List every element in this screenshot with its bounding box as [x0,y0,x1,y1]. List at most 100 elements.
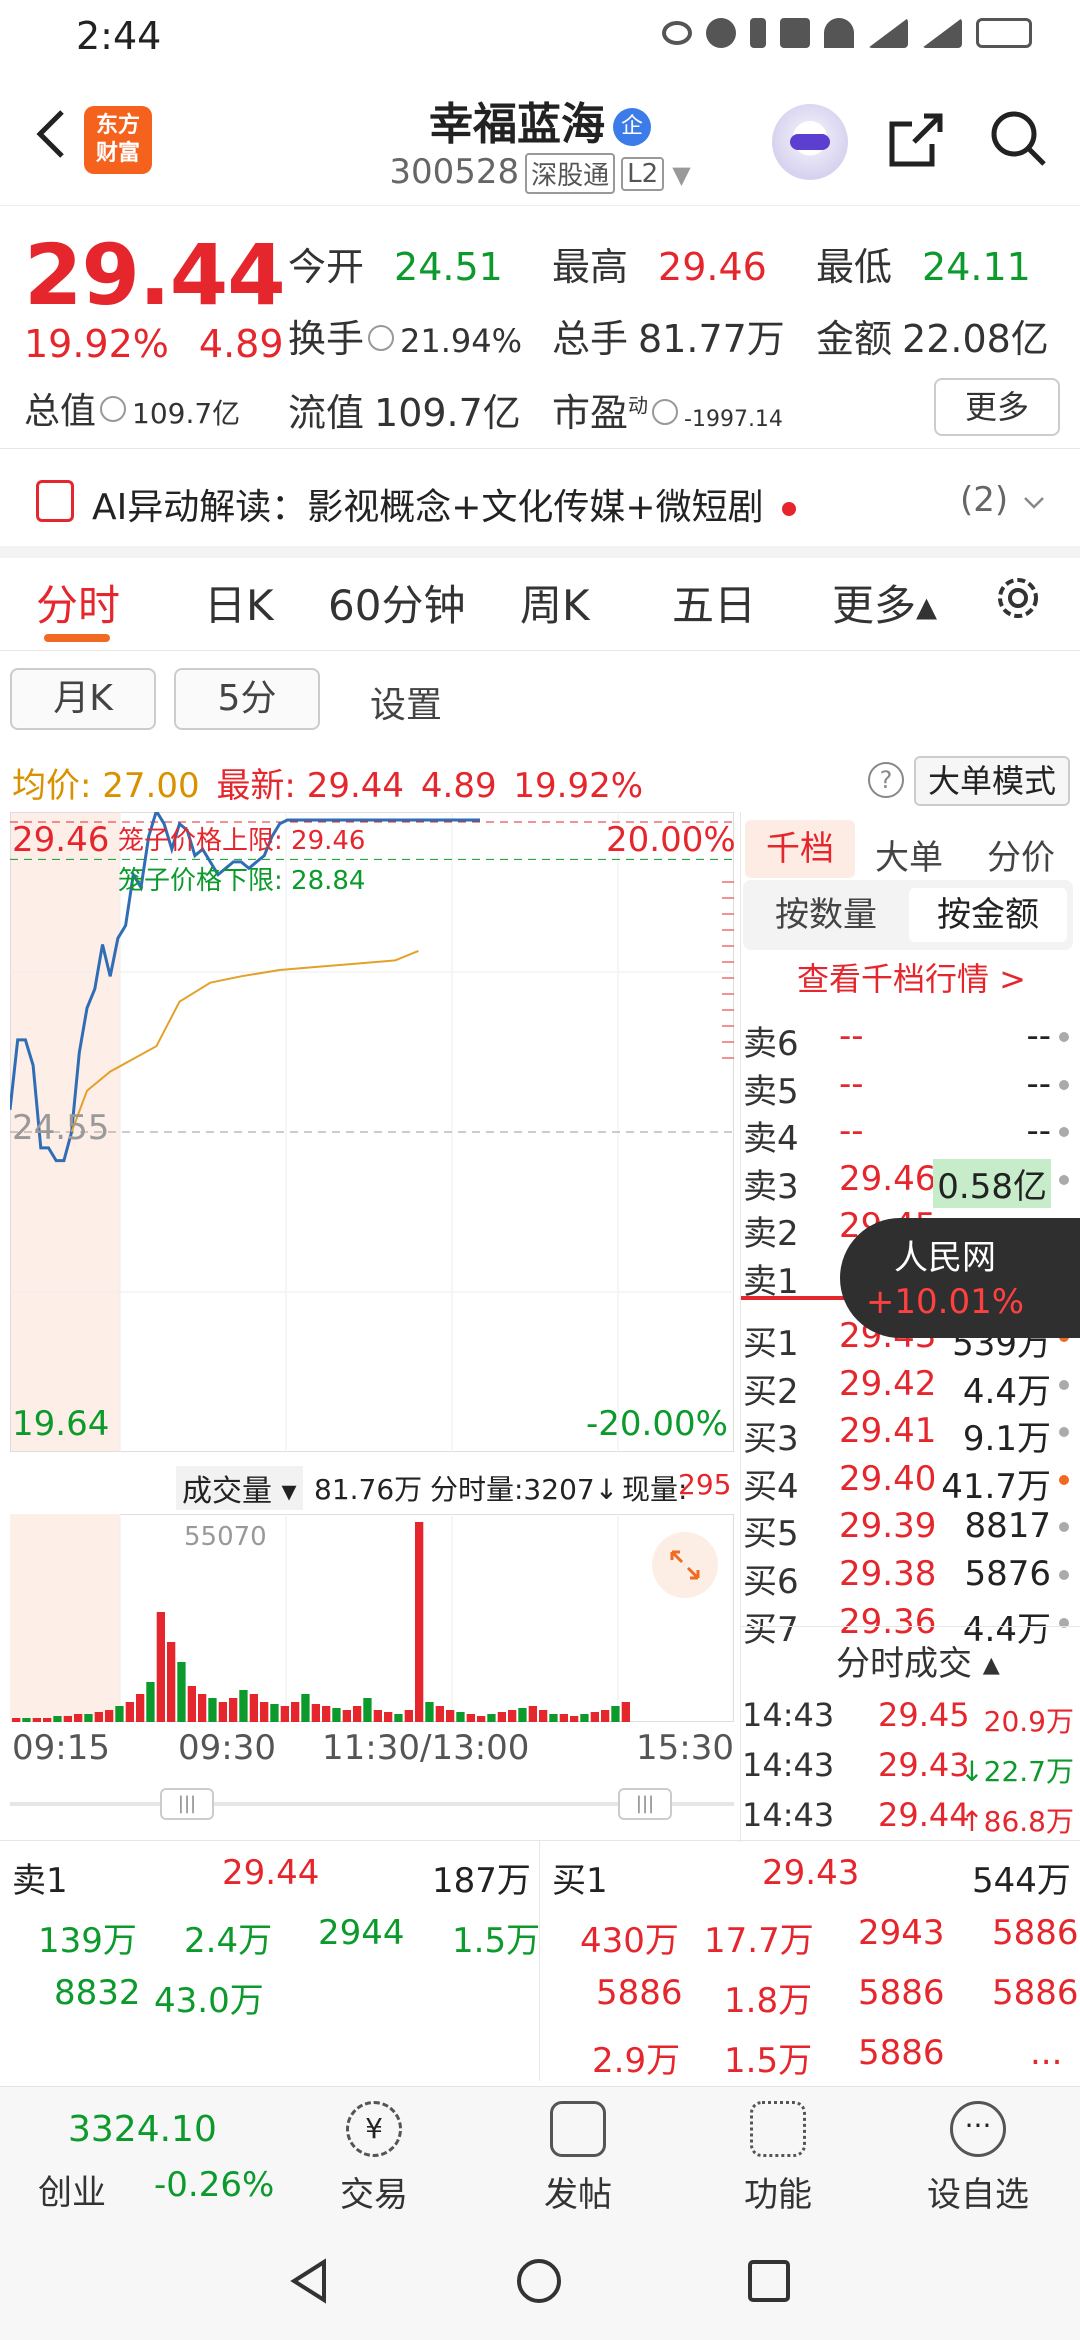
nav-trade[interactable]: ¥ 交易 [314,2101,434,2216]
volume-cell: 总手 81.77万 [552,308,785,363]
total-label: 总值 [24,391,97,432]
buy-level[interactable]: 买6 29.38 5876 [743,1550,1073,1602]
tick-volume: 20.9万 [983,1705,1074,1738]
system-recents-icon[interactable] [744,2256,794,2306]
stock-header: 东方 财富 幸福蓝海企 300528 深股通 L2 ▼ [0,72,1080,206]
divider [0,448,1080,449]
subtab-monthly-k[interactable]: 月K [10,668,156,730]
tab-big-order[interactable]: 大单 [875,830,943,879]
volume-chart[interactable]: 55070 [10,1514,734,1722]
total-value: 总值 109.7亿 [24,382,240,434]
level-dot-icon [1059,1379,1069,1390]
view-full-depth-link[interactable]: 查看千档行情 > [797,954,1026,1000]
more-button[interactable]: 更多 [934,378,1060,436]
info-icon[interactable] [652,398,679,425]
buy-level[interactable]: 买4 29.40 41.7万 [743,1455,1073,1507]
quote-panel: 29.44 19.92% 4.89 总值 109.7亿 今开 24.51 最高 29.4… [0,206,1080,446]
tab-more[interactable]: 更多▴ [832,572,937,633]
buy-cell: 5886 [596,1973,683,2013]
volume-selector[interactable]: 成交量 ▾ [176,1466,303,1510]
volume-bar [156,1612,165,1722]
level-label: 卖5 [743,1071,799,1112]
subtab-5min[interactable]: 5分 [174,668,320,730]
yen-cycle-icon: ¥ [346,2101,402,2157]
scroller-left-handle[interactable]: ||| [160,1788,214,1820]
buy-cell: 2943 [858,1913,945,1953]
tab-60min[interactable]: 60分钟 [328,572,465,633]
tick-row: 14:43 29.45 20.9万 [742,1692,1080,1742]
sell-cell: 43.0万 [154,1981,264,2021]
volume-bar [229,1698,238,1722]
buy-level[interactable]: 买5 29.39 8817 [743,1502,1073,1554]
float-cell: 流值 109.7亿 [288,382,521,437]
info-icon[interactable] [368,324,395,351]
ai-document-icon [36,480,74,522]
search-icon[interactable] [986,106,1050,170]
tick-list-header[interactable]: 分时成交 ▴ [836,1636,1000,1685]
volume-bar [353,1706,362,1722]
volume-bar [508,1710,517,1722]
sell-level[interactable]: 卖3 29.46 0.58亿 [743,1155,1073,1208]
volume-bar [301,1694,310,1722]
volume-bar [280,1706,289,1722]
buy-level[interactable]: 买3 29.41 9.1万 [743,1407,1073,1459]
tab-intraday[interactable]: 分时 [36,572,120,633]
buy-cell: ... [1030,2033,1063,2073]
chevron-down-icon[interactable] [1022,490,1046,514]
nav-add-watchlist[interactable]: ··· 设自选 [918,2101,1038,2216]
fullscreen-expand-icon[interactable] [652,1532,718,1598]
status-bar: 2:44 [0,0,1080,72]
share-icon[interactable] [884,108,948,172]
tab-five-day[interactable]: 五日 [672,572,756,633]
order-book-segment: 按数量 按金额 [743,880,1073,950]
status-icons [662,18,1032,48]
tick-row: 14:43 29.43 ↓22.7万 [742,1742,1080,1792]
new-dot [781,502,796,516]
tab-weekly-k[interactable]: 周K [520,572,590,633]
scroller-right-handle[interactable]: ||| [618,1788,672,1820]
system-home-icon[interactable] [514,2256,564,2306]
amount-cell: 金额 22.08亿 [816,308,1049,363]
sell-level[interactable]: 卖4 -- -- [743,1107,1073,1159]
level-price: -- [839,1063,864,1104]
ai-insight-row[interactable]: AI异动解读：影视概念+文化传媒+微短剧 (2) [0,456,1080,544]
seg-by-amount[interactable]: 按金额 [909,888,1067,942]
sell-level[interactable]: 卖6 -- -- [743,1012,1073,1064]
buy-level[interactable]: 买2 29.42 4.4万 [743,1360,1073,1412]
index-change: -0.26% [154,2165,275,2205]
tab-daily-k[interactable]: 日K [204,572,274,633]
tab-thousand-level[interactable]: 千档 [745,820,855,878]
amount-value: 22.08亿 [902,317,1049,361]
volume-bar [12,1718,21,1722]
info-icon[interactable] [100,396,127,422]
wifi-icon [824,18,854,48]
intraday-chart[interactable]: 29.46 20.00% 24.55 19.64 -20.00% 笼子价格上限:… [10,812,736,1452]
gear-icon[interactable] [990,570,1046,626]
latest-chg: 4.89 [420,766,497,806]
time-label-midday: 11:30/13:00 [322,1728,530,1768]
level-price: 29.39 [839,1506,937,1547]
tab-price-split[interactable]: 分价 [987,830,1055,879]
sell-cell: 2944 [318,1913,405,1953]
seg-by-quantity[interactable]: 按数量 [751,888,901,942]
volume-bar [559,1714,568,1722]
volume-pre-market-shade [10,1514,120,1722]
time-range-scroller[interactable]: ||| ||| [10,1786,734,1822]
turnover-value: 21.94% [400,322,523,360]
big-order-mode-button[interactable]: 大单模式 [914,756,1070,806]
ai-insight-text: AI异动解读：影视概念+文化传媒+微短剧 [92,478,796,530]
buy-cell: 1.8万 [724,1981,813,2021]
volume-bar [590,1712,599,1722]
volume-bar [32,1718,41,1722]
level-volume: 8817 [964,1506,1051,1547]
nav-post[interactable]: 发帖 [518,2101,638,2216]
subtab-settings[interactable]: 设置 [370,676,442,728]
volume-bar [270,1704,279,1722]
related-stock-toast[interactable]: 人民网 +10.01% [840,1218,1080,1338]
help-icon[interactable]: ? [868,762,904,798]
ai-robot-icon[interactable] [772,104,848,180]
sell-level[interactable]: 卖5 -- -- [743,1060,1073,1112]
level-label: 卖6 [743,1024,799,1064]
system-back-icon[interactable] [284,2256,334,2306]
nav-functions[interactable]: 功能 [718,2101,838,2216]
